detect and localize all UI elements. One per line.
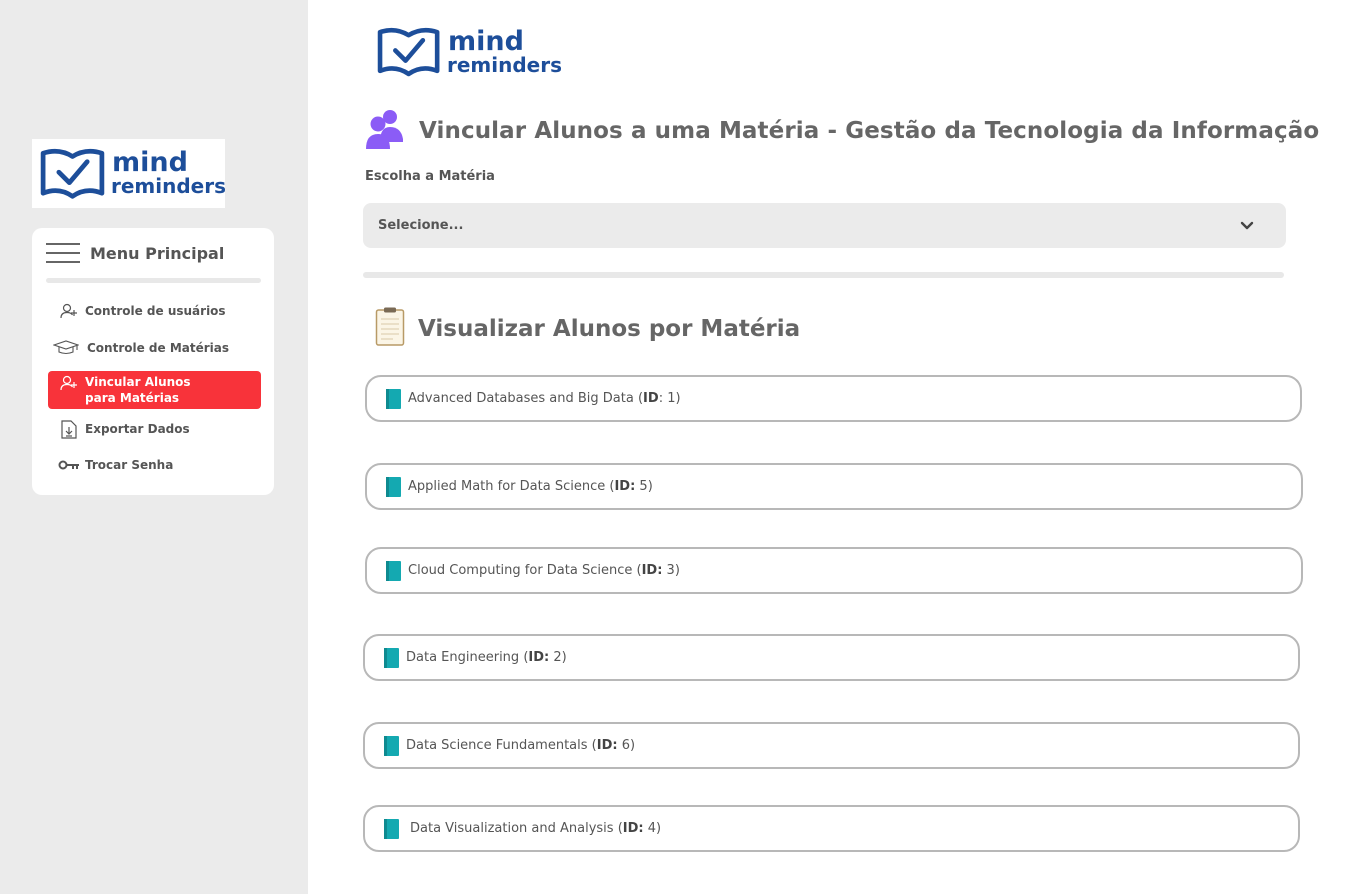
user-plus-icon: [58, 302, 80, 320]
book-icon: [384, 647, 399, 668]
subject-item[interactable]: Cloud Computing for Data Science (ID: 3): [365, 547, 1303, 594]
subject-item[interactable]: Data Science Fundamentals (ID: 6): [363, 722, 1300, 769]
menu-title: Menu Principal: [90, 243, 225, 263]
subject-label: Advanced Databases and Big Data (ID: 1): [408, 391, 681, 406]
page-title: Vincular Alunos a uma Matéria - Gestão d…: [419, 118, 1320, 144]
svg-text:reminders: reminders: [447, 53, 561, 77]
page-header: Vincular Alunos a uma Matéria - Gestão d…: [365, 108, 1319, 154]
book-icon: [384, 735, 399, 756]
menu-item-label: Vincular Alunos para Matérias: [85, 375, 191, 405]
section-divider: [363, 272, 1284, 278]
file-download-icon: [58, 419, 80, 439]
subject-label: Data Engineering (ID: 2): [406, 650, 567, 665]
subject-select[interactable]: Selecione...: [363, 203, 1286, 248]
menu-item-label: Exportar Dados: [85, 422, 190, 436]
subject-item[interactable]: Advanced Databases and Big Data (ID: 1): [365, 375, 1302, 422]
menu-item-exportar-dados[interactable]: Exportar Dados: [48, 419, 261, 439]
menu-header: Menu Principal: [46, 240, 224, 266]
menu-item-controle-usuarios[interactable]: Controle de usuários: [48, 302, 261, 320]
main-menu: Menu Principal Controle de usuários Cont…: [32, 228, 274, 495]
subject-label: Data Visualization and Analysis (ID: 4): [410, 821, 662, 836]
users-icon: [365, 108, 405, 154]
key-icon: [58, 456, 80, 474]
menu-item-trocar-senha[interactable]: Trocar Senha: [48, 456, 261, 474]
main-logo: mind reminders: [376, 24, 562, 88]
subject-label: Cloud Computing for Data Science (ID: 3): [408, 563, 680, 578]
subject-label: Data Science Fundamentals (ID: 6): [406, 738, 636, 753]
subject-item[interactable]: Data Engineering (ID: 2): [363, 634, 1300, 681]
menu-item-label: Controle de usuários: [85, 304, 226, 318]
hamburger-icon[interactable]: [46, 243, 80, 263]
section-header: Visualizar Alunos por Matéria: [375, 307, 800, 351]
menu-item-controle-materias[interactable]: Controle de Matérias: [48, 339, 261, 357]
menu-item-vincular-alunos[interactable]: Vincular Alunos para Matérias: [48, 371, 261, 409]
chevron-down-icon: [1240, 216, 1254, 235]
menu-item-label: Trocar Senha: [85, 458, 174, 472]
subject-item[interactable]: Applied Math for Data Science (ID: 5): [365, 463, 1303, 510]
book-icon: [386, 476, 401, 497]
svg-text:reminders: reminders: [111, 174, 225, 198]
graduation-cap-icon: [53, 339, 79, 357]
user-plus-icon: [58, 374, 80, 392]
book-icon: [386, 560, 401, 581]
choose-subject-label: Escolha a Matéria: [365, 169, 495, 184]
book-icon: [384, 818, 399, 839]
sidebar-logo: mind reminders: [32, 139, 226, 208]
menu-item-label: Controle de Matérias: [87, 341, 230, 355]
sidebar: mind reminders Menu Principal Controle d…: [0, 0, 308, 894]
clipboard-icon: [375, 307, 405, 351]
subject-label: Applied Math for Data Science (ID: 5): [408, 479, 653, 494]
subject-item[interactable]: Data Visualization and Analysis (ID: 4): [363, 805, 1300, 852]
menu-divider: [46, 278, 261, 283]
section-title: Visualizar Alunos por Matéria: [418, 316, 801, 342]
book-icon: [386, 388, 401, 409]
select-value: Selecione...: [378, 218, 464, 233]
